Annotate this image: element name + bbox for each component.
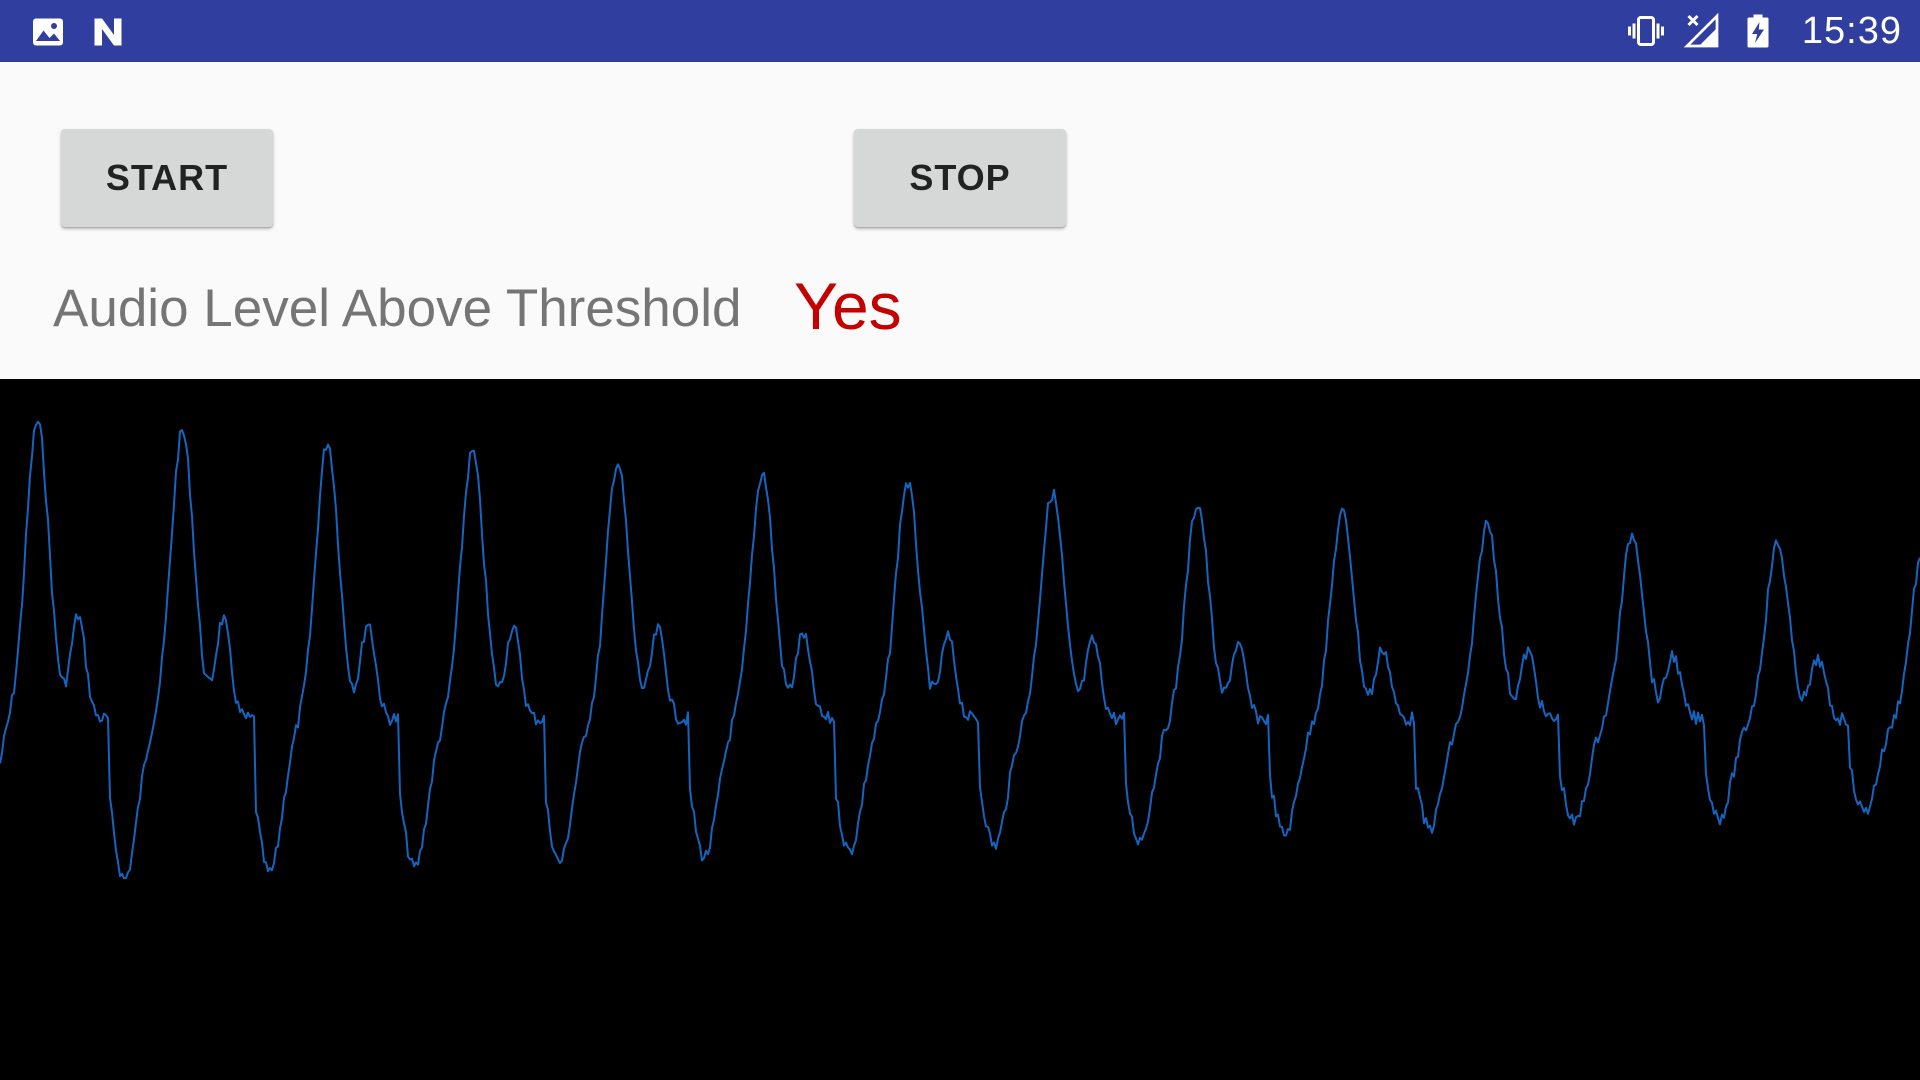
signal-off-icon <box>1683 13 1719 48</box>
waveform-view <box>0 379 1920 1080</box>
control-panel: START STOP Audio Level Above Threshold Y… <box>0 62 1920 379</box>
status-bar: 15:39 <box>0 0 1920 62</box>
waveform-line <box>0 420 1920 880</box>
start-button[interactable]: START <box>61 129 273 227</box>
waveform-canvas <box>0 420 1920 880</box>
battery-charging-icon <box>1747 14 1769 48</box>
status-icons: 15:39 <box>1627 0 1902 62</box>
image-icon <box>33 18 63 46</box>
stop-button[interactable]: STOP <box>854 129 1066 227</box>
n-logo-icon <box>94 18 122 46</box>
threshold-status: Yes <box>794 269 902 343</box>
vibrate-icon <box>1627 16 1664 46</box>
status-time: 15:39 <box>1801 9 1902 52</box>
threshold-label: Audio Level Above Threshold <box>53 279 742 338</box>
